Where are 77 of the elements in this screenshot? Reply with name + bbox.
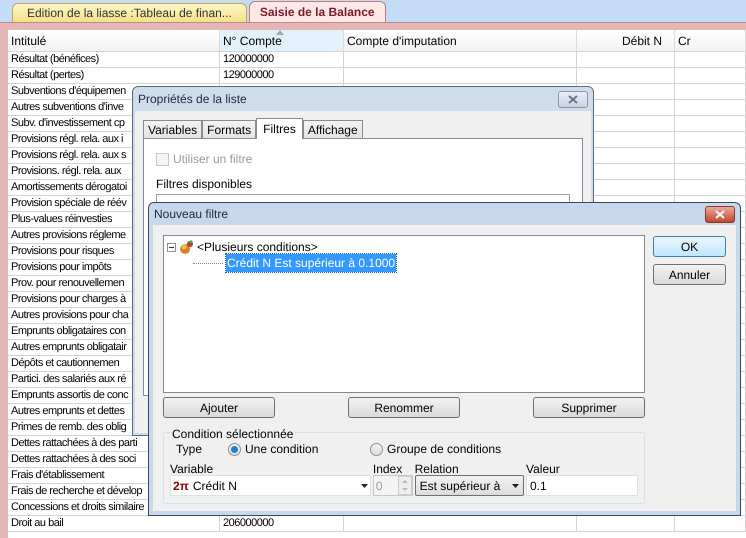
close-button[interactable] — [705, 206, 735, 222]
table-cell: Emprunts obligataires con — [11, 325, 126, 337]
table-cell: Subventions d'équipemen — [11, 85, 126, 97]
table-cell: Provisions régl. rela. aux s — [11, 149, 126, 161]
table-cell: 129000000 — [223, 69, 274, 81]
table-cell: Dettes rattachées à des parti — [11, 437, 138, 449]
variable-prefix: 2π — [173, 478, 189, 494]
table-cell: Amortissements dérogatoi — [11, 181, 127, 193]
table-cell: Provision spéciale de réév — [11, 197, 126, 209]
table-cell: 206000000 — [223, 517, 274, 529]
field-label: Variable — [170, 461, 214, 475]
dropdown-arrow-icon — [512, 484, 519, 488]
relation-dropdown[interactable]: Est supérieur à — [414, 475, 524, 496]
value-field[interactable]: 0.1 — [526, 475, 638, 496]
collapse-icon[interactable] — [167, 242, 176, 252]
table-cell: Résultat (pertes) — [11, 69, 84, 81]
column-header[interactable]: Compte d'imputation — [344, 30, 577, 51]
close-icon — [715, 210, 725, 218]
dialog-tab[interactable]: Formats — [202, 120, 256, 138]
document-tab[interactable]: Edition de la liasse :Tableau de finan... — [12, 3, 247, 22]
table-cell: Frais d'établissement — [11, 469, 104, 481]
table-cell: Autres emprunts et dettes — [11, 405, 124, 417]
conditions-icon — [178, 240, 194, 254]
condition-tree[interactable]: <Plusieurs conditions> Crédit N Est supérieur à 0.1000 — [163, 235, 645, 393]
action-button[interactable]: Supprimer — [533, 397, 645, 418]
dialog-tab[interactable]: Filtres — [256, 118, 303, 139]
table-cell: Autres provisions régleme — [11, 229, 126, 241]
dialog-button[interactable]: OK — [653, 236, 726, 257]
dialog-button[interactable]: Annuler — [653, 264, 726, 285]
sort-arrow-icon — [276, 30, 284, 35]
table-cell: Autres emprunts obligatair — [11, 341, 126, 353]
table-cell: Provisions pour impôts — [11, 261, 112, 273]
column-header[interactable]: N° Compte — [220, 30, 344, 51]
table-cell: Concessions et droits similaire — [11, 501, 144, 513]
spin-arrows-icon — [398, 476, 412, 495]
table-cell: Frais de recherche et dévelop — [11, 485, 142, 497]
table-cell: Dépôts et cautionnemen — [11, 357, 120, 369]
column-header[interactable]: Cr — [675, 30, 746, 51]
radio-button[interactable] — [228, 442, 241, 456]
table-cell: Autres provisions pour cha — [11, 309, 128, 321]
table-cell: Emprunts assortis de conc — [11, 389, 128, 401]
table-cell: 120000000 — [223, 53, 274, 65]
table-cell: Provisions pour risques — [11, 245, 114, 257]
table-cell: Provisions régl. rela. aux i — [11, 133, 123, 145]
type-label: Type — [176, 441, 204, 458]
radio-label: Groupe de conditions — [387, 441, 502, 458]
table-cell: Dettes rattachées à des soci — [11, 453, 136, 465]
table-cell: Prov. pour renouvellemen — [11, 277, 124, 289]
dialog-tab[interactable]: Variables — [143, 120, 202, 138]
column-header[interactable]: Débit N — [577, 30, 675, 51]
dialog-tab[interactable]: Affichage — [302, 120, 363, 138]
close-icon — [568, 94, 578, 104]
variable-dropdown[interactable]: 2π Crédit N — [170, 475, 371, 496]
radio-label: Une condition — [245, 441, 318, 458]
table-cell: Subv. d'investissement cp — [11, 117, 125, 129]
action-button[interactable]: Ajouter — [163, 397, 275, 418]
dropdown-arrow-icon — [360, 484, 368, 488]
table-cell: Autres subventions d'inve — [11, 101, 124, 113]
field-label: Index — [372, 461, 404, 475]
section-label: Filtres disponibles — [156, 176, 252, 193]
table-cell: Résultat (bénéfices) — [11, 53, 99, 65]
table-cell: Droit au bail — [11, 517, 64, 529]
table-cell: Plus-values réinvesties — [11, 213, 112, 225]
table-cell: Provisions. régl. rela. aux — [11, 165, 121, 177]
field-label: Relation — [414, 461, 460, 475]
window-title: Nouveau filtre — [154, 206, 228, 223]
window-title: Propriétés de la liste — [138, 91, 247, 108]
table-cell: Partici. des salariés aux ré — [11, 373, 126, 385]
table-cell: Provisions pour charges à — [11, 293, 126, 305]
table-cell: Primes de remb. des oblig — [11, 421, 126, 433]
radio-button[interactable] — [370, 442, 383, 456]
field-label: Valeur — [526, 461, 561, 475]
tree-item[interactable]: <Plusieurs conditions> — [196, 238, 319, 256]
action-button[interactable]: Renommer — [348, 397, 460, 418]
document-tab[interactable]: Saisie de la Balance — [248, 1, 386, 22]
checkbox-label: Utiliser un filtre — [173, 151, 252, 168]
close-button[interactable] — [558, 90, 588, 108]
